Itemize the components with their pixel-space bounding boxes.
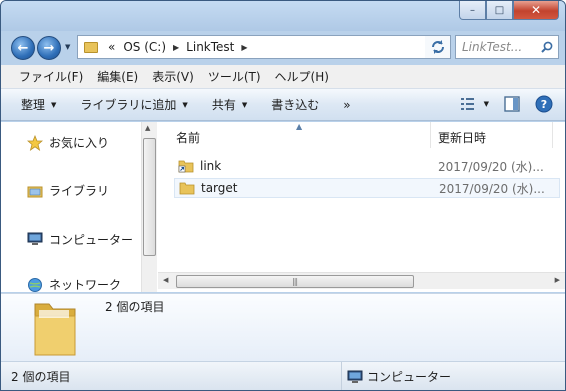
status-location-label: コンピューター <box>367 370 452 384</box>
breadcrumb-separator-icon[interactable]: ▶ <box>170 43 182 52</box>
include-library-label: ライブラリに追加 <box>80 98 177 112</box>
organize-button[interactable]: 整理 ▼ <box>21 96 56 113</box>
large-folder-icon <box>34 303 76 356</box>
folder-icon <box>84 41 98 53</box>
file-name: target <box>201 181 238 195</box>
computer-icon <box>27 232 43 245</box>
content-area: お気に入り ライブラリ コンピューター ネットワーク ▲ ▲ 名前 更新日時 l… <box>1 122 565 292</box>
explorer-window: – □ ✕ ← → ▼ « OS (C:) ▶ LinkTest ▶ LinkT… <box>0 0 566 391</box>
menu-file[interactable]: ファイル(F) <box>13 68 91 85</box>
scroll-left-icon[interactable]: ◀ <box>163 276 168 284</box>
details-pane: 2 個の項目 <box>1 293 565 361</box>
view-options-icon[interactable] <box>460 95 478 113</box>
breadcrumb-separator-icon[interactable]: ▶ <box>238 43 250 52</box>
nav-item-label: お気に入り <box>49 136 110 150</box>
network-icon <box>28 277 42 292</box>
scroll-right-icon[interactable]: ▶ <box>555 276 560 284</box>
maximize-button[interactable]: □ <box>486 1 513 20</box>
scroll-thumb[interactable]: ||| <box>176 275 414 288</box>
nav-item-label: コンピューター <box>49 232 134 247</box>
search-placeholder: LinkTest... <box>462 40 523 54</box>
file-row-target[interactable]: target 2017/09/20 (水)... <box>174 178 560 198</box>
shortcut-folder-icon <box>178 160 194 173</box>
search-input[interactable]: LinkTest... <box>455 35 559 59</box>
close-button[interactable]: ✕ <box>513 1 559 20</box>
address-bar[interactable]: « OS (C:) ▶ LinkTest ▶ <box>77 35 451 59</box>
preview-pane-icon[interactable] <box>503 95 521 113</box>
refresh-button[interactable] <box>425 35 451 59</box>
forward-button[interactable]: → <box>37 36 61 60</box>
navigation-pane: お気に入り ライブラリ コンピューター ネットワーク ▲ <box>1 122 157 292</box>
folder-icon <box>179 182 195 195</box>
file-date: 2017/09/20 (水)... <box>439 181 545 196</box>
star-icon <box>27 134 43 151</box>
file-name: link <box>200 159 222 173</box>
navigation-scrollbar[interactable]: ▲ <box>141 122 157 292</box>
toolbar-right-group: ▼ ? <box>446 95 553 113</box>
recent-pages-dropdown[interactable]: ▼ <box>65 43 70 51</box>
column-header-date[interactable]: 更新日時 <box>438 129 486 146</box>
menu-help[interactable]: ヘルプ(H) <box>269 68 337 85</box>
file-list-pane: ▲ 名前 更新日時 link 2017/09/20 (水)... target … <box>158 122 565 292</box>
library-icon <box>27 186 43 197</box>
navigation-row: ← → ▼ « OS (C:) ▶ LinkTest ▶ LinkTest... <box>1 31 565 63</box>
column-header-name[interactable]: 名前 <box>176 129 200 146</box>
more-label: » <box>343 97 351 112</box>
menu-view[interactable]: 表示(V) <box>146 68 202 85</box>
command-bar: 整理 ▼ ライブラリに追加 ▼ 共有 ▼ 書き込む » ▼ ? <box>1 89 565 121</box>
menu-edit[interactable]: 編集(E) <box>91 68 146 85</box>
scroll-thumb[interactable] <box>143 138 156 256</box>
sort-ascending-icon: ▲ <box>296 122 303 131</box>
arrow-right-icon: → <box>43 40 55 56</box>
chevron-down-icon: ▼ <box>241 100 248 109</box>
refresh-icon <box>431 40 444 54</box>
nav-item-favorites[interactable]: お気に入り <box>27 134 109 151</box>
search-icon[interactable] <box>541 41 553 53</box>
details-item-count: 2 個の項目 <box>105 300 165 314</box>
breadcrumb-drive[interactable]: OS (C:) <box>119 40 170 54</box>
nav-item-libraries[interactable]: ライブラリ <box>27 182 109 199</box>
horizontal-scrollbar[interactable]: ◀ ||| ▶ <box>158 272 565 289</box>
column-divider[interactable] <box>552 122 553 148</box>
title-bar: – □ ✕ <box>1 1 565 31</box>
chevron-down-icon: ▼ <box>51 100 57 109</box>
nav-item-computer[interactable]: コンピューター <box>19 228 139 250</box>
share-button[interactable]: 共有 ▼ <box>212 96 247 113</box>
nav-item-network[interactable]: ネットワーク <box>27 276 121 293</box>
svg-text:?: ? <box>541 98 547 111</box>
file-row-link[interactable]: link 2017/09/20 (水)... <box>174 156 560 176</box>
column-headers: ▲ 名前 更新日時 <box>158 122 565 148</box>
computer-icon <box>347 370 363 383</box>
status-bar: 2 個の項目 コンピューター <box>1 361 565 390</box>
burn-label: 書き込む <box>271 98 320 112</box>
breadcrumb-overflow[interactable]: « <box>104 40 119 54</box>
scroll-up-icon[interactable]: ▲ <box>145 124 150 132</box>
more-commands-button[interactable]: » <box>343 98 350 112</box>
share-label: 共有 <box>211 98 236 112</box>
menu-bar: ファイル(F) 編集(E) 表示(V) ツール(T) ヘルプ(H) <box>1 65 565 89</box>
column-divider[interactable] <box>430 122 431 148</box>
status-divider <box>341 362 342 390</box>
status-location: コンピューター <box>347 368 451 385</box>
nav-item-label: ライブラリ <box>49 184 110 198</box>
breadcrumb-folder[interactable]: LinkTest <box>182 40 238 54</box>
menu-tools[interactable]: ツール(T) <box>202 68 269 85</box>
grip-icon: ||| <box>292 277 298 286</box>
burn-button[interactable]: 書き込む <box>271 96 319 113</box>
caption-buttons: – □ ✕ <box>459 1 559 20</box>
back-button[interactable]: ← <box>11 36 35 60</box>
minimize-button[interactable]: – <box>459 1 486 20</box>
nav-item-label: ネットワーク <box>49 278 122 292</box>
chevron-down-icon[interactable]: ▼ <box>484 100 489 108</box>
status-item-count: 2 個の項目 <box>11 370 71 384</box>
file-date: 2017/09/20 (水)... <box>438 159 544 174</box>
chevron-down-icon: ▼ <box>182 100 188 109</box>
arrow-left-icon: ← <box>17 40 29 56</box>
organize-label: 整理 <box>21 98 46 112</box>
include-library-button[interactable]: ライブラリに追加 ▼ <box>80 96 187 113</box>
help-icon[interactable]: ? <box>535 95 553 113</box>
